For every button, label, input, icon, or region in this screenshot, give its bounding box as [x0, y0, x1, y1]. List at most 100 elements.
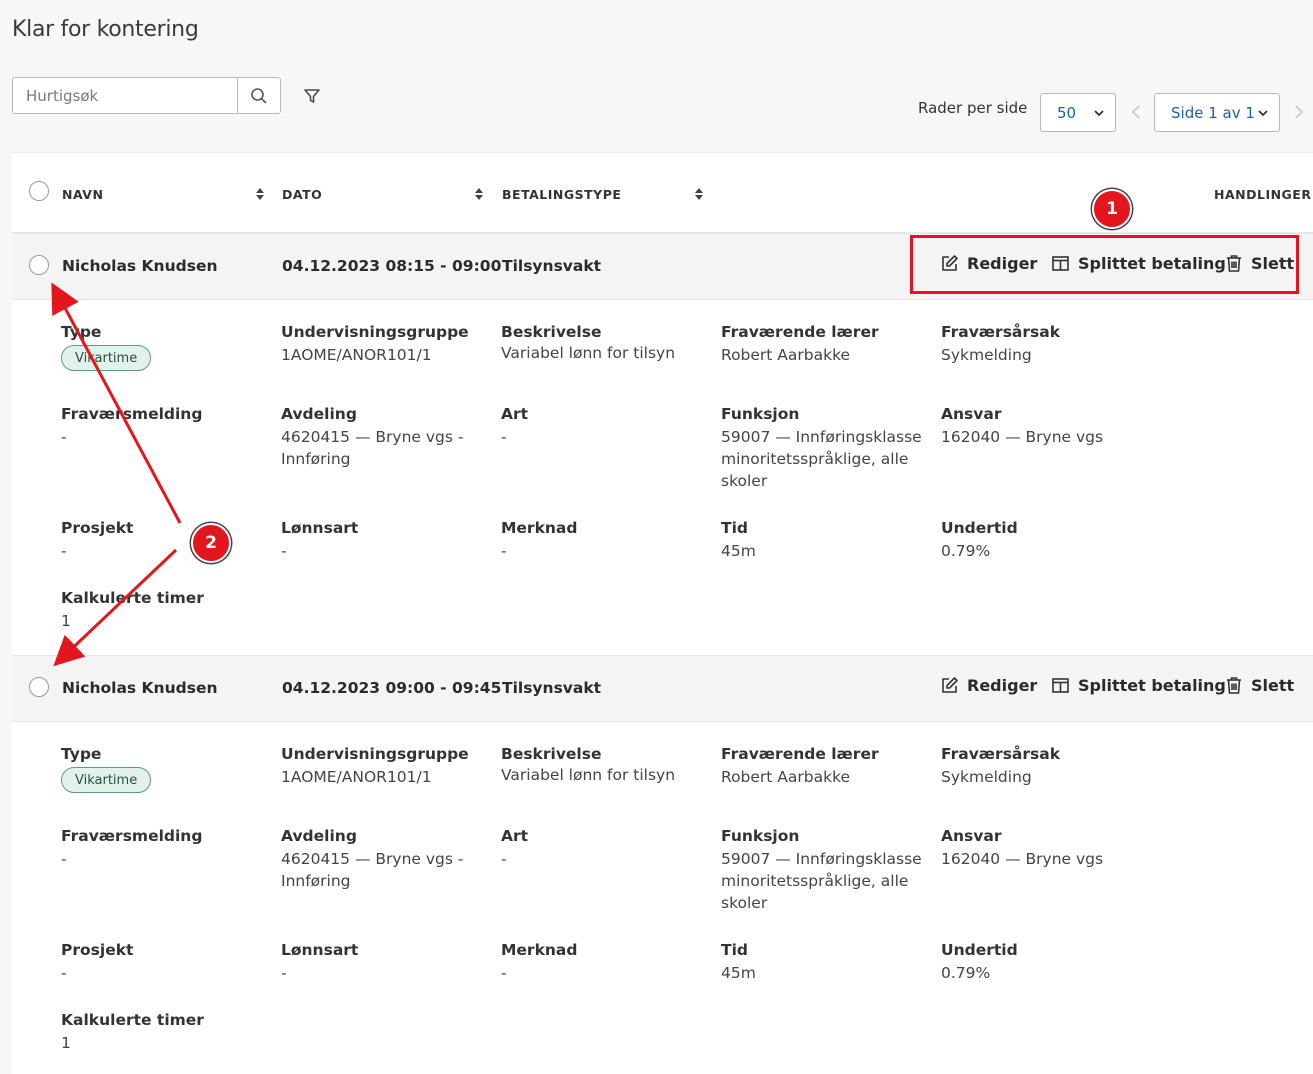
detail-label: Prosjekt [61, 941, 134, 959]
detail-label: Fraværsmelding [61, 405, 203, 423]
detail-value: - [281, 964, 287, 982]
sort-icon[interactable] [474, 187, 484, 201]
detail-label: Undertid [941, 941, 1018, 959]
detail-label: Fraværende lærer [721, 323, 879, 341]
detail-label: Avdeling [281, 405, 357, 423]
delete-button[interactable]: Slett [1225, 254, 1294, 273]
detail-value: 1AOME/ANOR101/1 [281, 346, 432, 364]
split-payment-button[interactable]: Splittet betaling [1051, 676, 1226, 695]
annotation-marker-2: 2 [191, 523, 231, 563]
split-payment-button[interactable]: Splittet betaling [1051, 254, 1226, 273]
detail-value: 59007 — Innføringsklasse [721, 428, 922, 446]
search-input[interactable] [13, 78, 237, 113]
detail-label: Avdeling [281, 827, 357, 845]
detail-value: 59007 — Innføringsklasse [721, 850, 922, 868]
detail-value: 4620415 — Bryne vgs - [281, 428, 464, 446]
detail-label: Ansvar [941, 405, 1002, 423]
detail-label: Lønnsart [281, 519, 359, 537]
payments-table: NAVN DATO BETALINGSTYPE HANDLINGER Nicho… [12, 152, 1313, 1074]
trash-icon [1227, 255, 1241, 272]
row-name: Nicholas Knudsen [62, 257, 218, 275]
detail-label: Beskrivelse [501, 323, 602, 341]
page-title: Klar for kontering [12, 17, 199, 42]
detail-value: Sykmelding [941, 346, 1032, 364]
detail-label: Ansvar [941, 827, 1002, 845]
detail-label: Type [61, 745, 102, 763]
detail-label: Beskrivelse [501, 745, 602, 763]
detail-value: minoritetsspråklige, alle [721, 872, 909, 890]
chevron-left-icon [1131, 105, 1140, 119]
detail-value: - [61, 542, 67, 560]
detail-label: Fraværende lærer [721, 745, 879, 763]
detail-label: Undertid [941, 519, 1018, 537]
edit-icon [942, 255, 958, 271]
search-button[interactable] [237, 78, 280, 113]
edit-icon [942, 677, 958, 693]
select-all-checkbox[interactable] [29, 181, 49, 201]
detail-value: Sykmelding [941, 768, 1032, 786]
type-badge: Vikartime [61, 767, 152, 793]
detail-value: 1 [61, 612, 71, 630]
detail-label: Funksjon [721, 827, 800, 845]
row-name: Nicholas Knudsen [62, 679, 218, 697]
chevron-down-icon [1094, 110, 1104, 117]
rows-per-page-select[interactable]: 50 [1040, 93, 1116, 132]
detail-label: Tid [721, 519, 748, 537]
row-checkbox[interactable] [29, 677, 49, 697]
detail-label: Funksjon [721, 405, 800, 423]
detail-label: Fraværsårsak [941, 323, 1061, 341]
detail-value: Innføring [281, 872, 351, 890]
split-columns-icon [1052, 678, 1069, 693]
detail-label: Prosjekt [61, 519, 134, 537]
next-page-button[interactable] [1292, 102, 1306, 122]
edit-button[interactable]: Rediger [940, 676, 1037, 695]
detail-value: - [281, 542, 287, 560]
delete-label: Slett [1251, 676, 1295, 695]
detail-value: skoler [721, 472, 768, 490]
detail-label: Merknad [501, 519, 578, 537]
filter-button[interactable] [299, 84, 325, 108]
type-badge: Vikartime [61, 345, 152, 371]
column-header-date[interactable]: DATO [282, 187, 322, 202]
detail-value: minoritetsspråklige, alle [721, 450, 909, 468]
edit-button[interactable]: Rediger [940, 254, 1037, 273]
rows-per-page-value: 50 [1057, 103, 1077, 122]
detail-label: Kalkulerte timer [61, 1011, 204, 1029]
annotation-marker-1: 1 [1092, 189, 1132, 229]
detail-label: Undervisningsgruppe [281, 745, 469, 763]
sort-icon[interactable] [255, 187, 265, 201]
detail-value: 4620415 — Bryne vgs - [281, 850, 464, 868]
split-columns-icon [1052, 256, 1069, 271]
detail-value: skoler [721, 894, 768, 912]
detail-label: Merknad [501, 941, 578, 959]
sort-icon[interactable] [694, 187, 704, 201]
detail-value: Variabel lønn for tilsyn [501, 344, 676, 362]
page-select[interactable]: Side 1 av 1 [1154, 93, 1280, 132]
previous-page-button[interactable] [1129, 102, 1143, 122]
chevron-right-icon [1295, 105, 1304, 119]
detail-label: Type [61, 323, 102, 341]
row-date: 04.12.2023 09:00 - 09:45 [282, 679, 502, 697]
column-header-payment-type[interactable]: BETALINGSTYPE [502, 187, 621, 202]
column-header-actions: HANDLINGER [1214, 187, 1312, 202]
detail-label: Art [501, 827, 529, 845]
table-row[interactable]: Nicholas Knudsen 04.12.2023 09:00 - 09:4… [12, 655, 1313, 722]
detail-value: - [501, 964, 507, 982]
detail-value: - [61, 850, 67, 868]
trash-icon [1227, 677, 1241, 694]
delete-button[interactable]: Slett [1225, 676, 1294, 695]
row-payment-type: Tilsynsvakt [502, 257, 602, 275]
chevron-down-icon [1258, 110, 1268, 117]
detail-value: 0.79% [941, 964, 991, 982]
detail-value: 1 [61, 1034, 71, 1052]
column-header-name[interactable]: NAVN [62, 187, 103, 202]
detail-label: Lønnsart [281, 941, 359, 959]
table-row[interactable]: Nicholas Knudsen 04.12.2023 08:15 - 09:0… [12, 233, 1313, 300]
search-icon [251, 87, 267, 104]
detail-value: - [61, 428, 67, 446]
row-checkbox[interactable] [29, 255, 49, 275]
row-date: 04.12.2023 08:15 - 09:00 [282, 257, 502, 275]
detail-value: 45m [721, 542, 756, 560]
detail-value: - [501, 428, 507, 446]
detail-label: Art [501, 405, 529, 423]
